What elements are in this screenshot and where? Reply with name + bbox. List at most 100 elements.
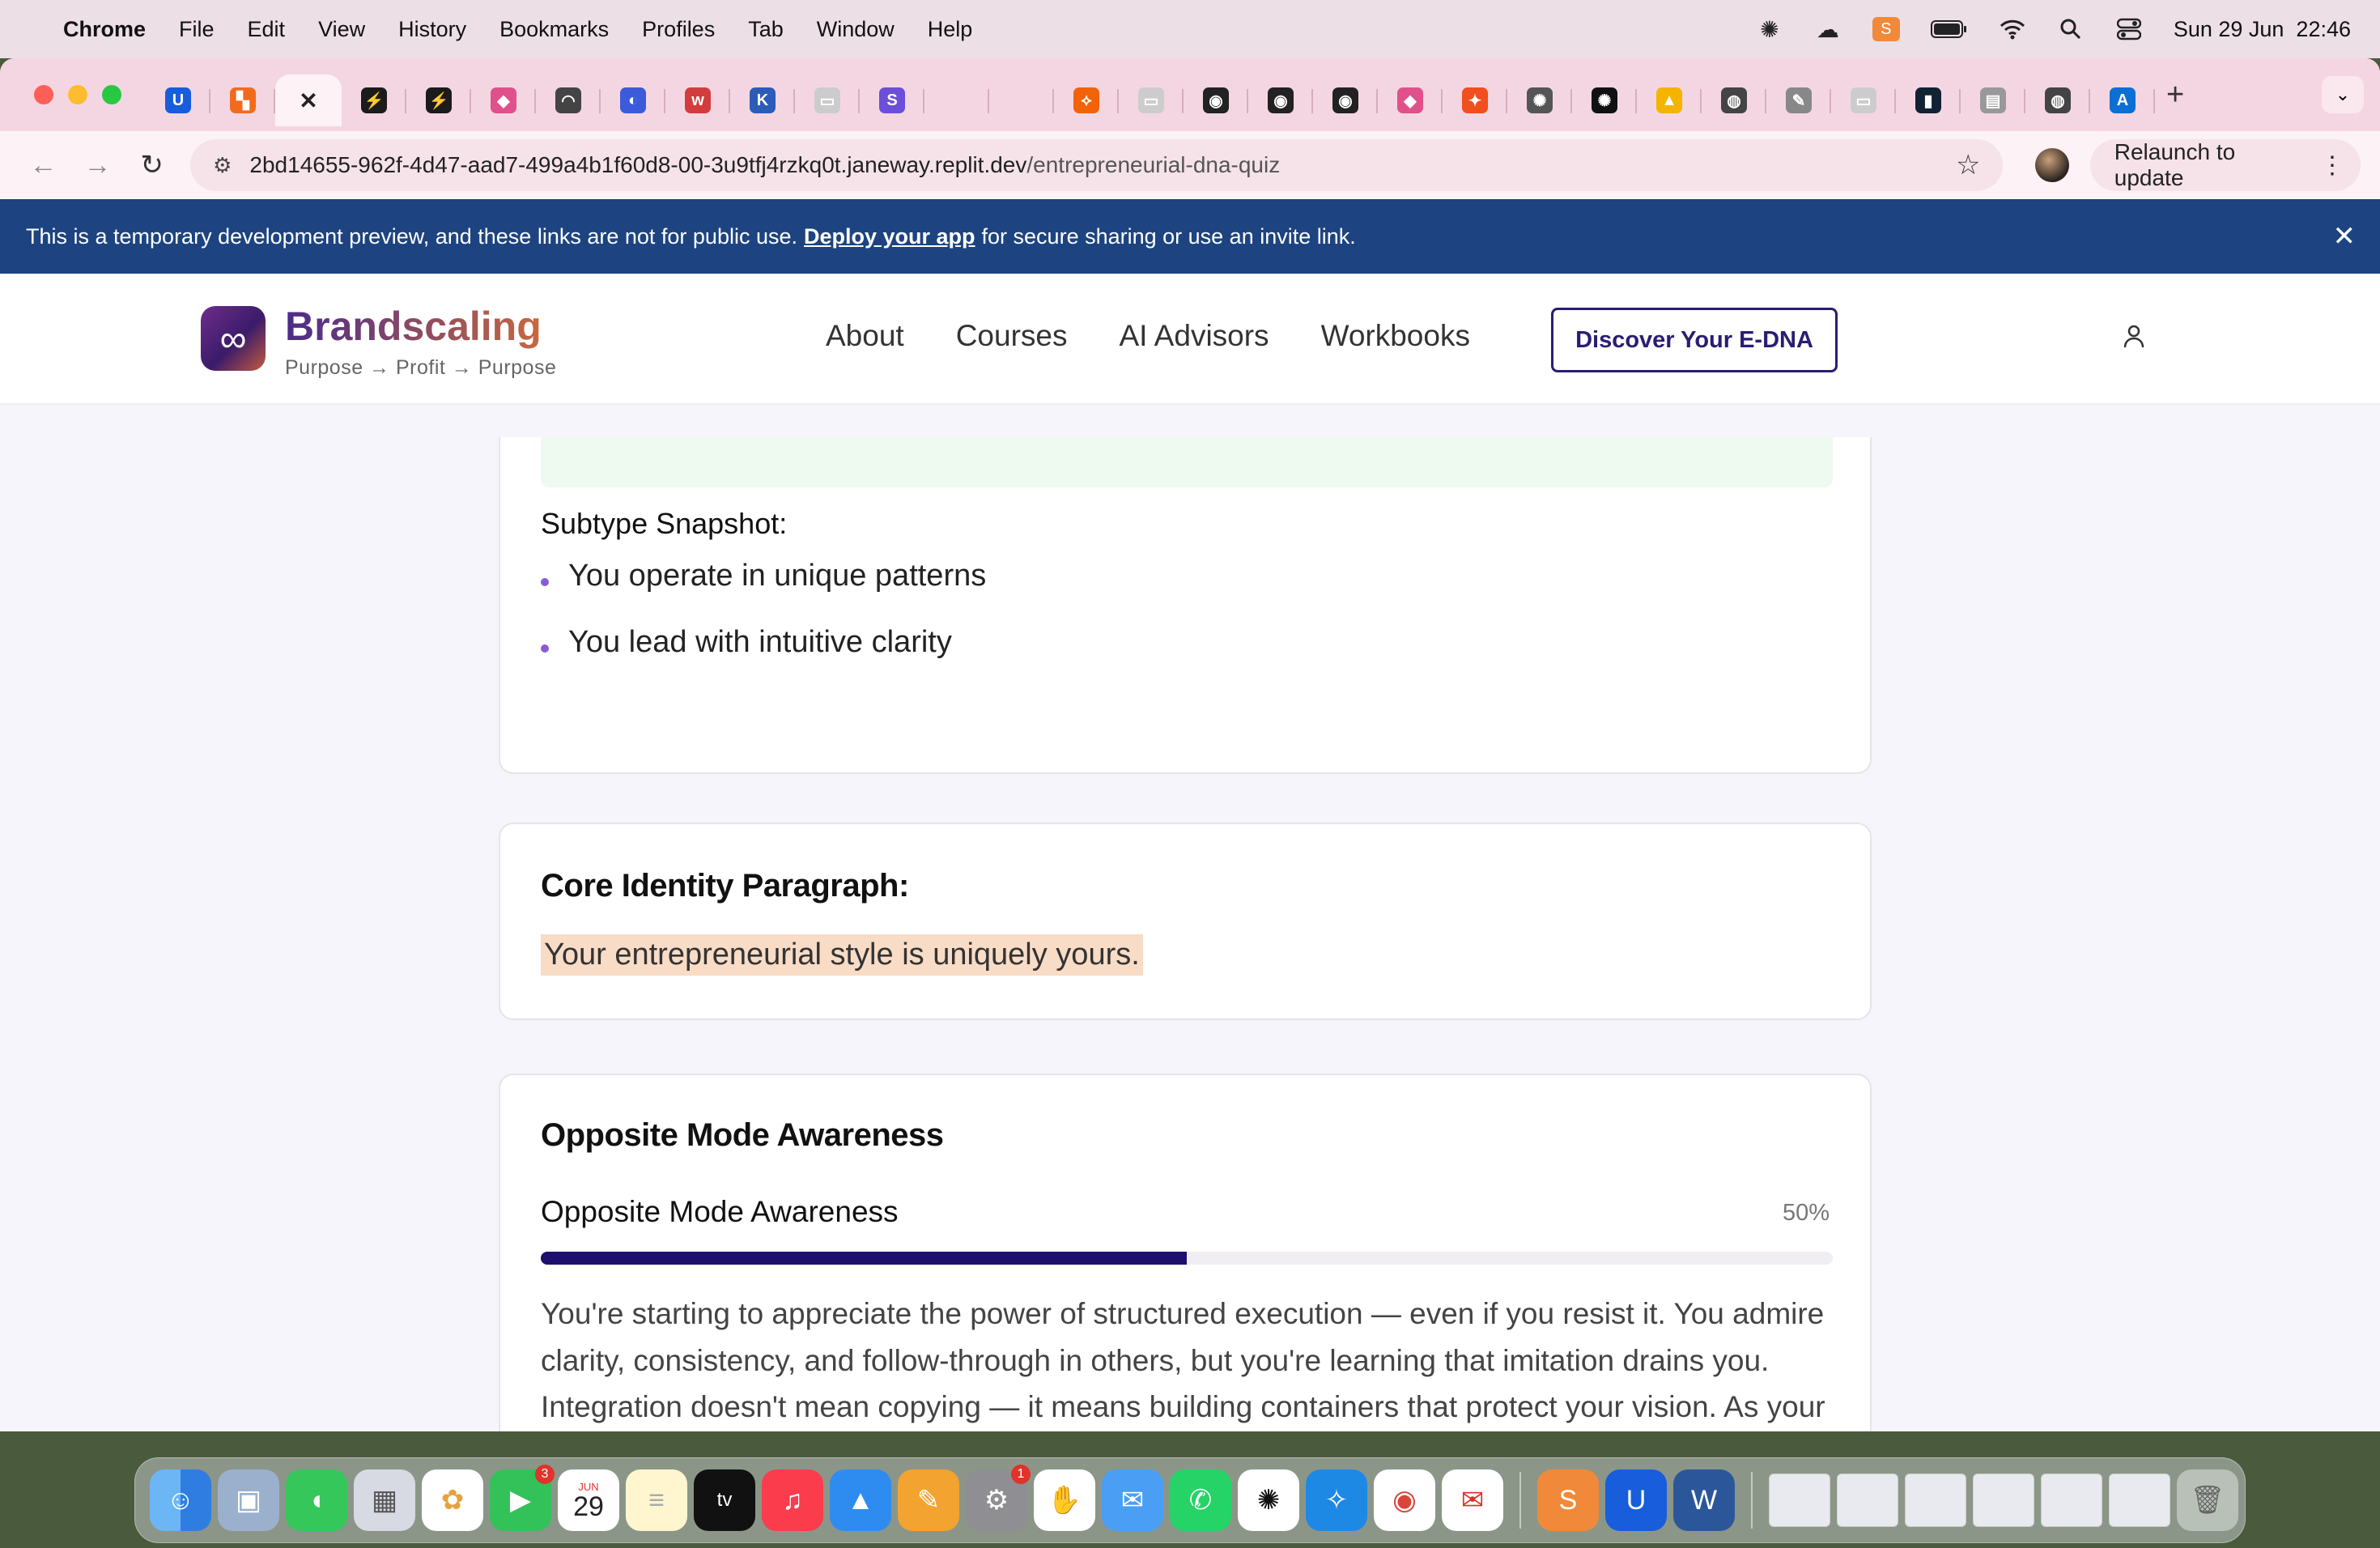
menu-file[interactable]: File [179, 17, 215, 42]
whatsapp-icon[interactable]: ✆ [1170, 1469, 1231, 1531]
minimized-window-thumbnail[interactable] [2109, 1474, 2170, 1527]
minimized-window-thumbnail[interactable] [1837, 1474, 1898, 1527]
reload-button[interactable]: ↻ [128, 141, 176, 189]
system-settings-icon[interactable]: ⚙ 1 [966, 1465, 1031, 1531]
discover-edna-button[interactable]: Discover Your E-DNA [1551, 308, 1838, 372]
minimize-window-button[interactable] [68, 85, 87, 104]
messages-icon[interactable]: ◖ [286, 1469, 347, 1531]
tab[interactable]: ◍ [2025, 74, 2090, 126]
finder-icon[interactable]: ☺ [150, 1469, 211, 1531]
close-banner-icon[interactable]: ✕ [2333, 220, 2357, 253]
calendar-icon[interactable]: JUN 29 [558, 1469, 619, 1531]
menu-window[interactable]: Window [817, 17, 895, 42]
sublime-icon[interactable]: S [1537, 1469, 1599, 1531]
tab[interactable] [989, 74, 1054, 126]
sublime-status-icon[interactable]: S [1872, 17, 1900, 41]
apple-tv-icon[interactable]: tv [694, 1469, 755, 1531]
tab[interactable]: ◉ [1248, 74, 1313, 126]
nav-about[interactable]: About [826, 319, 904, 353]
tab[interactable]: ◆ [471, 74, 536, 126]
nav-courses[interactable]: Courses [956, 319, 1068, 353]
control-center-icon[interactable] [2115, 17, 2143, 41]
minimized-window-thumbnail[interactable] [1973, 1474, 2034, 1527]
menu-profiles[interactable]: Profiles [642, 17, 715, 42]
brand-logo-icon[interactable]: ∞ [201, 306, 266, 371]
tab[interactable]: ⟡ [1054, 74, 1119, 126]
tab[interactable]: ✺ [1507, 74, 1572, 126]
tab[interactable]: ◉ [1184, 74, 1248, 126]
tab[interactable]: ▭ [795, 74, 860, 126]
tab[interactable]: ⚡ [342, 74, 406, 126]
forward-button[interactable]: → [74, 141, 121, 189]
menu-edit[interactable]: Edit [248, 17, 286, 42]
menu-history[interactable]: History [398, 17, 466, 42]
spotlight-search-icon[interactable] [2057, 17, 2085, 41]
hand-app-icon[interactable]: ✋ [1034, 1469, 1095, 1531]
user-account-icon[interactable] [2123, 324, 2145, 355]
music-icon[interactable]: ♫ [762, 1469, 823, 1531]
airmail-icon[interactable]: ✉ [1442, 1469, 1503, 1531]
notes-icon[interactable]: ≡ [626, 1469, 687, 1531]
menu-app-name[interactable]: Chrome [63, 17, 146, 42]
trash-icon[interactable]: 🗑 [2177, 1469, 2238, 1531]
chatgpt-icon[interactable]: ✺ [1238, 1469, 1299, 1531]
keynote-icon[interactable]: ▲ [830, 1469, 891, 1531]
brand-name[interactable]: Brandscaling [285, 303, 542, 350]
back-button[interactable]: ← [19, 141, 67, 189]
site-settings-icon[interactable]: ⚙ [213, 153, 232, 178]
preview-icon[interactable]: ▣ [218, 1469, 279, 1531]
bitwarden-icon[interactable]: U [1605, 1469, 1667, 1531]
tab[interactable]: ◆ [1378, 74, 1443, 126]
close-window-button[interactable] [34, 85, 53, 104]
tab[interactable]: ▚ [210, 74, 275, 126]
tab[interactable]: ◠ [536, 74, 601, 126]
pages-icon[interactable]: ✎ [898, 1469, 959, 1531]
tab[interactable]: ◍ [1702, 74, 1766, 126]
nav-ai-advisors[interactable]: AI Advisors [1119, 319, 1269, 353]
deploy-app-link[interactable]: Deploy your app [804, 224, 975, 249]
minimized-window-thumbnail[interactable] [2041, 1474, 2102, 1527]
tab[interactable]: ▲ [1637, 74, 1702, 126]
launchpad-icon[interactable]: ▦ [354, 1469, 415, 1531]
cloud-status-icon[interactable]: ☁ [1814, 17, 1842, 42]
menu-bookmarks[interactable]: Bookmarks [499, 17, 609, 42]
facetime-icon[interactable]: ▶ 3 [490, 1465, 555, 1531]
tab[interactable]: ✦ [1443, 74, 1507, 126]
openai-status-icon[interactable]: ✺ [1756, 17, 1783, 42]
relaunch-button[interactable]: Relaunch to update ⋮ [2089, 139, 2361, 191]
menu-tab[interactable]: Tab [748, 17, 784, 42]
tab[interactable]: ◐ [601, 74, 665, 126]
tab[interactable]: ◉ [1313, 74, 1378, 126]
minimized-window-thumbnail[interactable] [1769, 1474, 1830, 1527]
tab[interactable] [924, 74, 989, 126]
photos-icon[interactable]: ✿ [422, 1469, 483, 1531]
tab-active[interactable]: ✕ [275, 74, 342, 126]
tab[interactable]: U [146, 74, 210, 126]
tab[interactable]: S [860, 74, 924, 126]
zoom-window-button[interactable] [102, 85, 121, 104]
tab-search-button[interactable]: ⌄ [2322, 76, 2364, 113]
tab[interactable]: ▮ [1896, 74, 1961, 126]
safari-icon[interactable]: ✧ [1306, 1469, 1367, 1531]
bookmark-star-icon[interactable]: ☆ [1956, 149, 1980, 181]
word-icon[interactable]: W [1673, 1469, 1735, 1531]
new-tab-button[interactable]: + [2166, 78, 2184, 113]
menu-help[interactable]: Help [928, 17, 973, 42]
battery-icon[interactable] [1930, 17, 1968, 41]
minimized-window-thumbnail[interactable] [1905, 1474, 1966, 1527]
chrome-icon[interactable]: ◉ [1374, 1469, 1435, 1531]
wifi-icon[interactable] [1999, 17, 2026, 41]
nav-workbooks[interactable]: Workbooks [1321, 319, 1470, 353]
tab[interactable]: ✺ [1572, 74, 1637, 126]
tab[interactable]: K [730, 74, 795, 126]
profile-avatar[interactable] [2035, 148, 2069, 182]
address-bar[interactable]: ⚙ 2bd14655-962f-4d47-aad7-499a4b1f60d8-0… [190, 139, 2004, 191]
tab[interactable]: ▤ [1961, 74, 2025, 126]
tab[interactable]: ▭ [1831, 74, 1896, 126]
menu-view[interactable]: View [318, 17, 365, 42]
tab[interactable]: w [665, 74, 730, 126]
tab[interactable]: ✎ [1766, 74, 1831, 126]
close-icon[interactable]: ✕ [295, 87, 321, 113]
mail-icon[interactable]: ✉ [1102, 1469, 1163, 1531]
tab[interactable]: ⚡ [406, 74, 471, 126]
